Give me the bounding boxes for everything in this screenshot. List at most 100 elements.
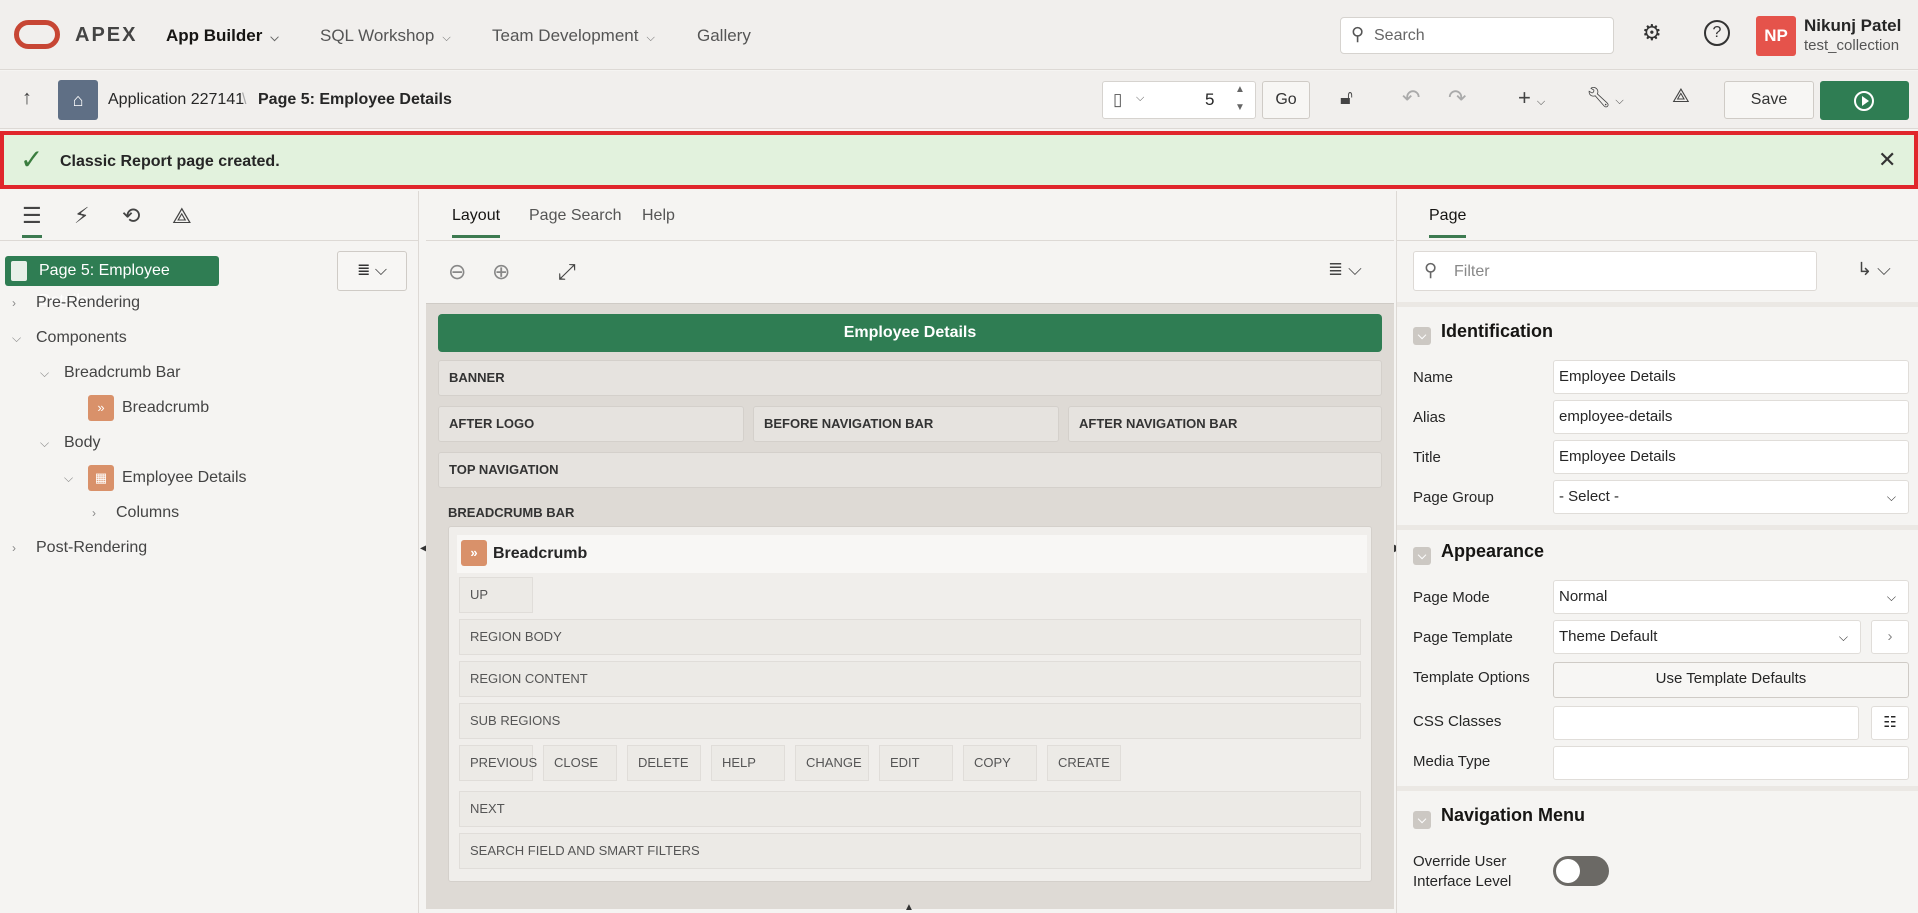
title-field[interactable]: Employee Details xyxy=(1553,440,1909,474)
chevron-down-icon[interactable]: ⌵ xyxy=(1136,92,1144,105)
tree-item-breadcrumb-bar[interactable]: ⌵ Breadcrumb Bar xyxy=(40,359,181,387)
shared-components-icon[interactable]: ⟁ xyxy=(1672,85,1690,108)
tree-menu-button[interactable]: ≣ ⌵ xyxy=(337,251,407,291)
administration-icon[interactable]: ⚙ xyxy=(1642,20,1662,46)
collapse-icon[interactable]: ⌵ xyxy=(1413,811,1431,829)
page-title-bar[interactable]: Employee Details xyxy=(438,314,1382,352)
tree-item-pre-rendering[interactable]: › Pre-Rendering xyxy=(12,289,140,317)
go-button[interactable]: Go xyxy=(1262,81,1310,119)
run-page-button[interactable] xyxy=(1820,81,1909,120)
page-number-input[interactable]: 5 xyxy=(1205,90,1214,110)
position-create[interactable]: CREATE xyxy=(1047,745,1121,781)
section-appearance[interactable]: ⌵ Appearance xyxy=(1413,541,1544,565)
slot-before-navigation-bar[interactable]: BEFORE NAVIGATION BAR xyxy=(753,406,1059,442)
collapse-icon[interactable]: ⌵ xyxy=(1413,547,1431,565)
position-search-field[interactable]: SEARCH FIELD AND SMART FILTERS xyxy=(459,833,1361,869)
undo-icon[interactable]: ↶ xyxy=(1402,85,1420,111)
collapse-icon[interactable]: ⌵ xyxy=(1413,327,1431,345)
page-mode-select[interactable]: Normal ⌵ xyxy=(1553,580,1909,614)
position-previous[interactable]: PREVIOUS xyxy=(459,745,537,781)
rendering-tab-icon[interactable]: ☰ xyxy=(22,203,42,238)
position-close[interactable]: CLOSE xyxy=(543,745,617,781)
nav-sql-workshop[interactable]: SQL Workshop ⌵ xyxy=(320,26,451,46)
list-picker-icon[interactable]: ☷ xyxy=(1871,706,1909,740)
alias-field[interactable]: employee-details xyxy=(1553,400,1909,434)
expand-icon[interactable]: ⤢ xyxy=(558,259,576,285)
tree-item-body[interactable]: ⌵ Body xyxy=(40,429,100,457)
shared-components-tab-icon[interactable]: ⟁ xyxy=(172,203,192,229)
position-help[interactable]: HELP xyxy=(711,745,785,781)
dynamic-actions-tab-icon[interactable]: ⚡︎ xyxy=(74,203,89,229)
collapse-bottom-icon[interactable]: ▲ xyxy=(904,902,914,913)
page-group-select[interactable]: - Select - ⌵ xyxy=(1553,480,1909,514)
help-icon[interactable]: ? xyxy=(1704,20,1730,46)
decrement-icon[interactable]: ▼ xyxy=(1235,102,1245,113)
create-menu-icon[interactable]: + ⌵ xyxy=(1518,85,1545,111)
chevron-right-icon[interactable]: › xyxy=(1871,620,1909,654)
tab-page-search[interactable]: Page Search xyxy=(529,207,622,225)
increment-icon[interactable]: ▲ xyxy=(1235,84,1245,95)
section-navigation-menu[interactable]: ⌵ Navigation Menu xyxy=(1413,805,1585,829)
tree-item-employee-details[interactable]: ⌵ ▦ Employee Details xyxy=(64,464,247,492)
tree-item-components[interactable]: ⌵ Components xyxy=(12,324,127,352)
lock-icon[interactable]: 🔓︎ xyxy=(1340,87,1353,110)
tab-page[interactable]: Page xyxy=(1429,207,1467,238)
layout-menu-icon[interactable]: ≣ ⌵ xyxy=(1328,259,1362,280)
chevron-down-icon[interactable]: ⌵ xyxy=(40,429,64,457)
position-region-body[interactable]: REGION BODY xyxy=(459,619,1361,655)
chevron-down-icon[interactable]: ⌵ xyxy=(40,359,64,387)
tab-layout[interactable]: Layout xyxy=(452,207,501,238)
template-options-button[interactable]: Use Template Defaults xyxy=(1553,662,1909,698)
position-delete[interactable]: DELETE xyxy=(627,745,701,781)
css-classes-field[interactable] xyxy=(1553,706,1859,740)
processing-tab-icon[interactable]: ⟲ xyxy=(122,203,140,229)
zoom-out-icon[interactable]: ⊖ xyxy=(448,259,466,285)
section-identification[interactable]: ⌵ Identification xyxy=(1413,321,1553,345)
apex-brand[interactable]: APEX xyxy=(75,24,137,47)
slot-banner[interactable]: BANNER xyxy=(438,360,1382,396)
breadcrumb-region[interactable]: » Breadcrumb UP REGION BODY REGION CONTE… xyxy=(448,526,1372,882)
global-search[interactable]: ⚲ Search xyxy=(1340,17,1614,54)
tree-item-breadcrumb[interactable]: » Breadcrumb xyxy=(88,394,209,422)
user-name[interactable]: Nikunj Patel xyxy=(1804,16,1901,36)
application-icon[interactable]: ⌂ xyxy=(58,80,98,120)
nav-gallery[interactable]: Gallery xyxy=(697,26,751,46)
slot-after-navigation-bar[interactable]: AFTER NAVIGATION BAR xyxy=(1068,406,1382,442)
name-field[interactable]: Employee Details xyxy=(1553,360,1909,394)
go-to-group-icon[interactable]: ↳ ⌵ xyxy=(1857,259,1891,280)
zoom-in-icon[interactable]: ⊕ xyxy=(492,259,510,285)
tree-item-post-rendering[interactable]: › Post-Rendering xyxy=(12,534,147,562)
nav-team-development[interactable]: Team Development ⌵ xyxy=(492,26,655,46)
position-change[interactable]: CHANGE xyxy=(795,745,869,781)
oracle-logo[interactable] xyxy=(14,20,60,49)
chevron-right-icon[interactable]: › xyxy=(12,289,36,317)
position-copy[interactable]: COPY xyxy=(963,745,1037,781)
position-edit[interactable]: EDIT xyxy=(879,745,953,781)
page-template-select[interactable]: Theme Default ⌵ xyxy=(1553,620,1861,654)
position-next[interactable]: NEXT xyxy=(459,791,1361,827)
chevron-right-icon[interactable]: › xyxy=(12,534,36,562)
slot-after-logo[interactable]: AFTER LOGO xyxy=(438,406,744,442)
utilities-wrench-icon[interactable]: 🔧︎ ⌵ xyxy=(1586,85,1624,110)
avatar[interactable]: NP xyxy=(1756,16,1796,56)
override-ui-level-toggle[interactable] xyxy=(1553,856,1609,886)
media-type-field[interactable] xyxy=(1553,746,1909,780)
tree-item-columns[interactable]: › Columns xyxy=(92,499,179,527)
save-button[interactable]: Save xyxy=(1724,81,1814,119)
chevron-down-icon[interactable]: ⌵ xyxy=(64,464,88,492)
page-selector[interactable]: ▯ ⌵ 5 ▲ ▼ xyxy=(1102,81,1256,119)
close-icon[interactable]: ✕ xyxy=(1878,147,1896,173)
nav-app-builder[interactable]: App Builder ⌵ xyxy=(166,26,279,46)
position-region-content[interactable]: REGION CONTENT xyxy=(459,661,1361,697)
breadcrumb-region-title[interactable]: » Breadcrumb xyxy=(457,535,1367,573)
position-up[interactable]: UP xyxy=(459,577,533,613)
breadcrumb-application[interactable]: Application 227141 xyxy=(108,91,244,109)
tab-help[interactable]: Help xyxy=(642,207,675,225)
position-sub-regions[interactable]: SUB REGIONS xyxy=(459,703,1361,739)
property-filter[interactable]: ⚲ Filter xyxy=(1413,251,1817,291)
redo-icon[interactable]: ↷ xyxy=(1448,85,1466,111)
slot-top-navigation[interactable]: TOP NAVIGATION xyxy=(438,452,1382,488)
arrow-up-icon[interactable]: ↑ xyxy=(22,87,32,110)
tree-root-page[interactable]: Page 5: Employee Details xyxy=(5,256,219,309)
chevron-down-icon[interactable]: ⌵ xyxy=(12,324,36,352)
